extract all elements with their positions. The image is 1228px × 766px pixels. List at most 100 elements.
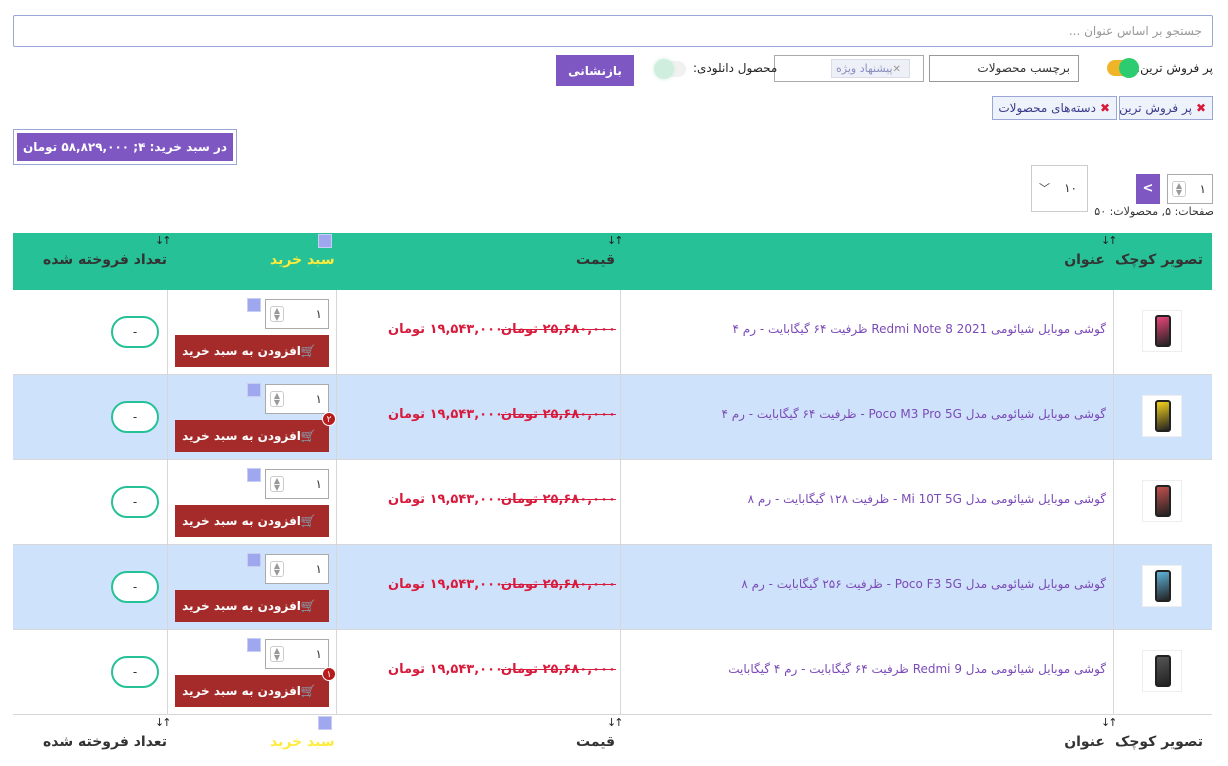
toggle-knob [654,59,674,79]
add-to-cart-button[interactable]: 🛒افزودن به سبد خرید [175,335,329,367]
add-to-cart-label: افزودن به سبد خرید [182,599,301,613]
column-divider [620,375,621,459]
sold-count[interactable]: - [111,571,159,603]
close-icon[interactable]: ✖ [1196,101,1206,115]
old-price: ۲۵,۶۸۰,۰۰۰ تومان [501,407,616,422]
filter-bar: پر فروش ترین: برچسب محصولات ✕پیشنهاد ویژ… [0,0,1228,120]
quantity-stepper[interactable]: ۱ ▲ ▼ [265,299,329,329]
table-row: گوشی موبایل شیائومی مدل Poco F3 5G - ظرف… [13,545,1212,630]
column-divider [167,375,168,459]
active-filter-bestseller[interactable]: ✖ پر فروش ترین [1119,96,1213,120]
add-to-cart-button[interactable]: 🛒افزودن به سبد خرید [175,590,329,622]
sort-icon[interactable]: ↑↓ [607,234,624,247]
col-sold[interactable]: تعداد فروخته شده [43,734,167,750]
spinner-icon[interactable]: ▲ ▼ [270,306,284,322]
add-to-cart-button[interactable]: 🛒افزودن به سبد خرید [175,505,329,537]
product-thumbnail[interactable] [1142,310,1182,352]
column-divider [336,290,337,374]
products-table: تصویر کوچک عنوان ↑↓ قیمت ↑↓ سبد خرید تعد… [13,233,1212,766]
product-thumbnail[interactable] [1142,565,1182,607]
col-title[interactable]: عنوان [1064,252,1105,268]
cart-icon: 🛒 [300,429,316,443]
tag-select[interactable]: برچسب محصولات [929,55,1079,82]
spinner-icon[interactable]: ▲ ▼ [270,476,284,492]
sale-price: ۱۹,۵۴۳,۰۰۰ تومان [388,662,503,677]
product-title-link[interactable]: گوشی موبایل شیائومی Redmi Note 8 2021 ظر… [733,322,1106,336]
spinner-icon[interactable]: ▲ ▼ [1172,181,1186,197]
special-offer-chip[interactable]: ✕پیشنهاد ویژه [831,59,910,78]
close-icon[interactable]: ✖ [1100,101,1110,115]
col-title[interactable]: عنوان [1064,734,1105,750]
row-select-checkbox[interactable] [247,383,261,397]
table-header: تصویر کوچک عنوان ↑↓ قیمت ↑↓ سبد خرید تعد… [13,233,1212,290]
add-to-cart-label: افزودن به سبد خرید [182,344,301,358]
phone-image-icon [1155,485,1171,517]
column-divider [167,290,168,374]
col-price[interactable]: قیمت [576,734,615,750]
bestseller-toggle[interactable] [1107,58,1139,78]
toggle-knob [1119,58,1139,78]
select-all-checkbox[interactable] [318,716,332,730]
row-select-checkbox[interactable] [247,638,261,652]
add-to-cart-button[interactable]: 🛒افزودن به سبد خرید [175,420,329,452]
column-divider [167,545,168,629]
cart-count-badge: ۱ [322,667,336,681]
quantity-stepper[interactable]: ۱ ▲ ▼ [265,639,329,669]
sort-icon[interactable]: ↑↓ [155,716,172,729]
product-thumbnail[interactable] [1142,480,1182,522]
old-price: ۲۵,۶۸۰,۰۰۰ تومان [501,662,616,677]
cart-summary[interactable]: در سبد خرید: ۴; ۵۸,۸۲۹,۰۰۰ تومان [13,129,237,165]
add-to-cart-button[interactable]: 🛒افزودن به سبد خرید [175,675,329,707]
special-offer-select[interactable]: ✕پیشنهاد ویژه [774,55,924,82]
col-sold[interactable]: تعداد فروخته شده [43,252,167,268]
quantity-stepper[interactable]: ۱ ▲ ▼ [265,469,329,499]
product-title-link[interactable]: گوشی موبایل شیائومی مدل Mi 10T 5G - ظرفی… [748,492,1106,506]
table-footer: تصویر کوچک عنوان ↑↓ قیمت ↑↓ سبد خرید تعد… [13,715,1212,766]
bestseller-label: پر فروش ترین: [1136,61,1213,75]
quantity-stepper[interactable]: ۱ ▲ ▼ [265,554,329,584]
column-divider [336,375,337,459]
next-page-button[interactable]: > [1136,174,1160,204]
sold-count[interactable]: - [111,401,159,433]
spinner-icon[interactable]: ▲ ▼ [270,561,284,577]
product-title-link[interactable]: گوشی موبایل شیائومی مدل Redmi 9 ظرفیت ۶۴… [728,662,1106,676]
spinner-icon[interactable]: ▲ ▼ [270,646,284,662]
select-all-checkbox[interactable] [318,234,332,248]
sort-icon[interactable]: ↑↓ [1101,716,1118,729]
close-icon[interactable]: ✕ [893,64,901,75]
spinner-icon[interactable]: ▲ ▼ [270,391,284,407]
sort-icon[interactable]: ↑↓ [1101,234,1118,247]
old-price: ۲۵,۶۸۰,۰۰۰ تومان [501,322,616,337]
product-title-link[interactable]: گوشی موبایل شیائومی مدل Poco F3 5G - ظرف… [741,577,1106,591]
col-thumbnail: تصویر کوچک [1114,734,1203,750]
sold-count[interactable]: - [111,316,159,348]
cart-summary-text: در سبد خرید: ۴; ۵۸,۸۲۹,۰۰۰ تومان [17,133,233,161]
page-number-input[interactable]: ۱ ▲ ▼ [1167,174,1213,204]
reset-button[interactable]: بازنشانی [556,55,634,86]
sort-icon[interactable]: ↑↓ [155,234,172,247]
sold-count[interactable]: - [111,656,159,688]
product-title-link[interactable]: گوشی موبایل شیائومی مدل Poco M3 Pro 5G -… [721,407,1106,421]
column-divider [336,545,337,629]
sort-icon[interactable]: ↑↓ [607,716,624,729]
active-filter-categories[interactable]: ✖ دسته‌های محصولات [992,96,1117,120]
row-select-checkbox[interactable] [247,553,261,567]
table-row: گوشی موبایل شیائومی مدل Mi 10T 5G - ظرفی… [13,460,1212,545]
product-thumbnail[interactable] [1142,650,1182,692]
per-page-value: ۱۰ [1064,181,1077,195]
quantity-stepper[interactable]: ۱ ▲ ▼ [265,384,329,414]
phone-image-icon [1155,570,1171,602]
per-page-select[interactable]: ۱۰ ﹀ [1031,165,1088,212]
active-filter-label: دسته‌های محصولات [998,101,1096,115]
download-toggle[interactable] [654,59,686,79]
quantity-value: ۱ [315,477,322,491]
col-price[interactable]: قیمت [576,252,615,268]
row-select-checkbox[interactable] [247,468,261,482]
pagination: ۱ ▲ ▼ > ۱۰ ﹀ صفحات: ۵, محصولات: ۵۰ [1031,165,1216,221]
column-divider [336,630,337,714]
col-cart: سبد خرید [270,734,335,750]
column-divider [620,630,621,714]
product-thumbnail[interactable] [1142,395,1182,437]
sold-count[interactable]: - [111,486,159,518]
row-select-checkbox[interactable] [247,298,261,312]
